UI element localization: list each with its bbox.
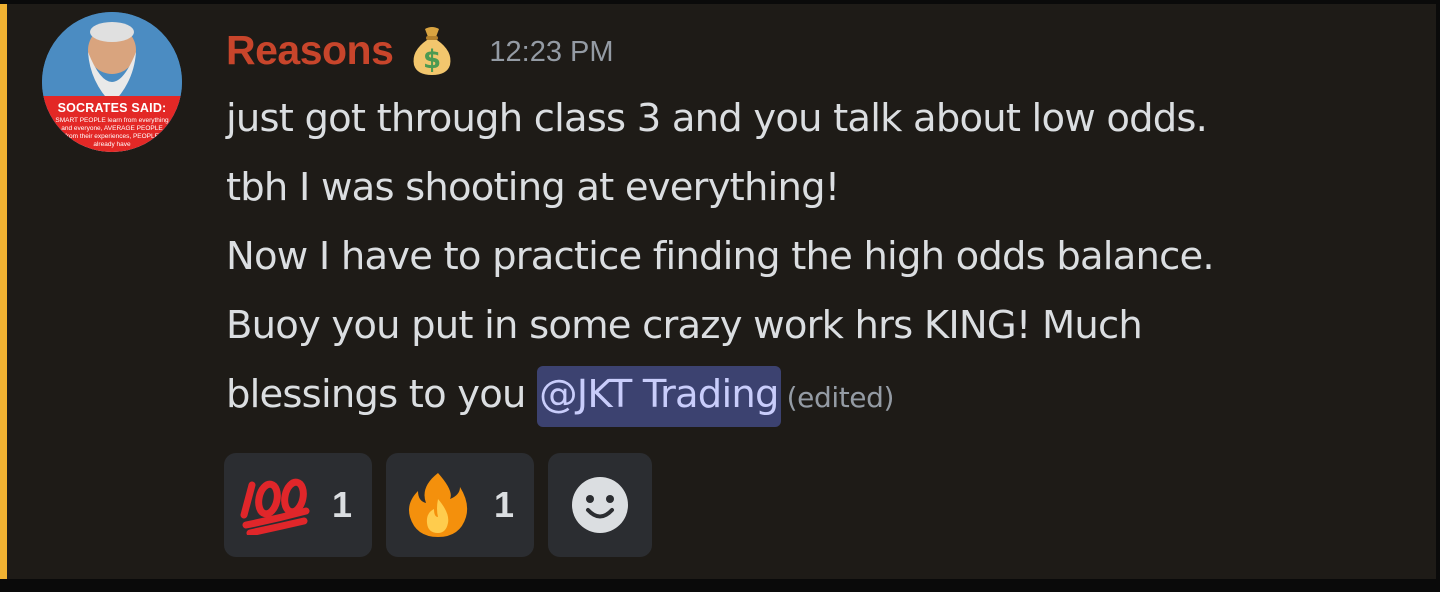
add-reaction-button[interactable] bbox=[548, 453, 653, 557]
avatar-caption: SOCRATES SAID: SMART PEOPLE learn from e… bbox=[42, 96, 182, 152]
money-bag-icon[interactable]: $ bbox=[405, 23, 459, 77]
chat-message[interactable]: SOCRATES SAID: SMART PEOPLE learn from e… bbox=[0, 4, 1436, 579]
avatar-caption-title: SOCRATES SAID: bbox=[57, 101, 167, 115]
hundred-points-icon bbox=[240, 478, 310, 535]
reaction-count: 1 bbox=[332, 484, 353, 525]
reaction-fire[interactable]: 1 bbox=[386, 453, 535, 557]
author-username[interactable]: Reasons bbox=[226, 27, 394, 74]
avatar-caption-text: SMART PEOPLE learn from everything and e… bbox=[55, 117, 169, 148]
message-header: Reasons $ 12:23 PM bbox=[226, 24, 614, 76]
reaction-bar: 1 1 bbox=[224, 453, 653, 557]
smiley-add-reaction-icon bbox=[572, 477, 629, 533]
message-line-text: blessings to you bbox=[226, 372, 526, 417]
edited-label: (edited) bbox=[786, 381, 895, 414]
fire-icon bbox=[409, 473, 468, 537]
message-content: just got through class 3 and you talk ab… bbox=[226, 84, 1416, 432]
message-line: tbh I was shooting at everything! bbox=[226, 165, 840, 210]
svg-text:$: $ bbox=[423, 45, 441, 75]
message-line-last: blessings to you @JKT Trading (edited) bbox=[226, 360, 1416, 432]
user-mention[interactable]: @JKT Trading bbox=[537, 366, 781, 427]
message-timestamp[interactable]: 12:23 PM bbox=[489, 36, 613, 69]
message-line: Buoy you put in some crazy work hrs KING… bbox=[226, 303, 1143, 348]
highlight-accent-bar bbox=[0, 4, 7, 579]
reaction-count: 1 bbox=[494, 484, 515, 525]
message-line: Now I have to practice finding the high … bbox=[226, 234, 1215, 279]
app-frame: SOCRATES SAID: SMART PEOPLE learn from e… bbox=[0, 0, 1440, 592]
message-line: just got through class 3 and you talk ab… bbox=[226, 96, 1208, 141]
reaction-hundred-points[interactable]: 1 bbox=[224, 453, 373, 557]
avatar[interactable]: SOCRATES SAID: SMART PEOPLE learn from e… bbox=[42, 12, 182, 152]
